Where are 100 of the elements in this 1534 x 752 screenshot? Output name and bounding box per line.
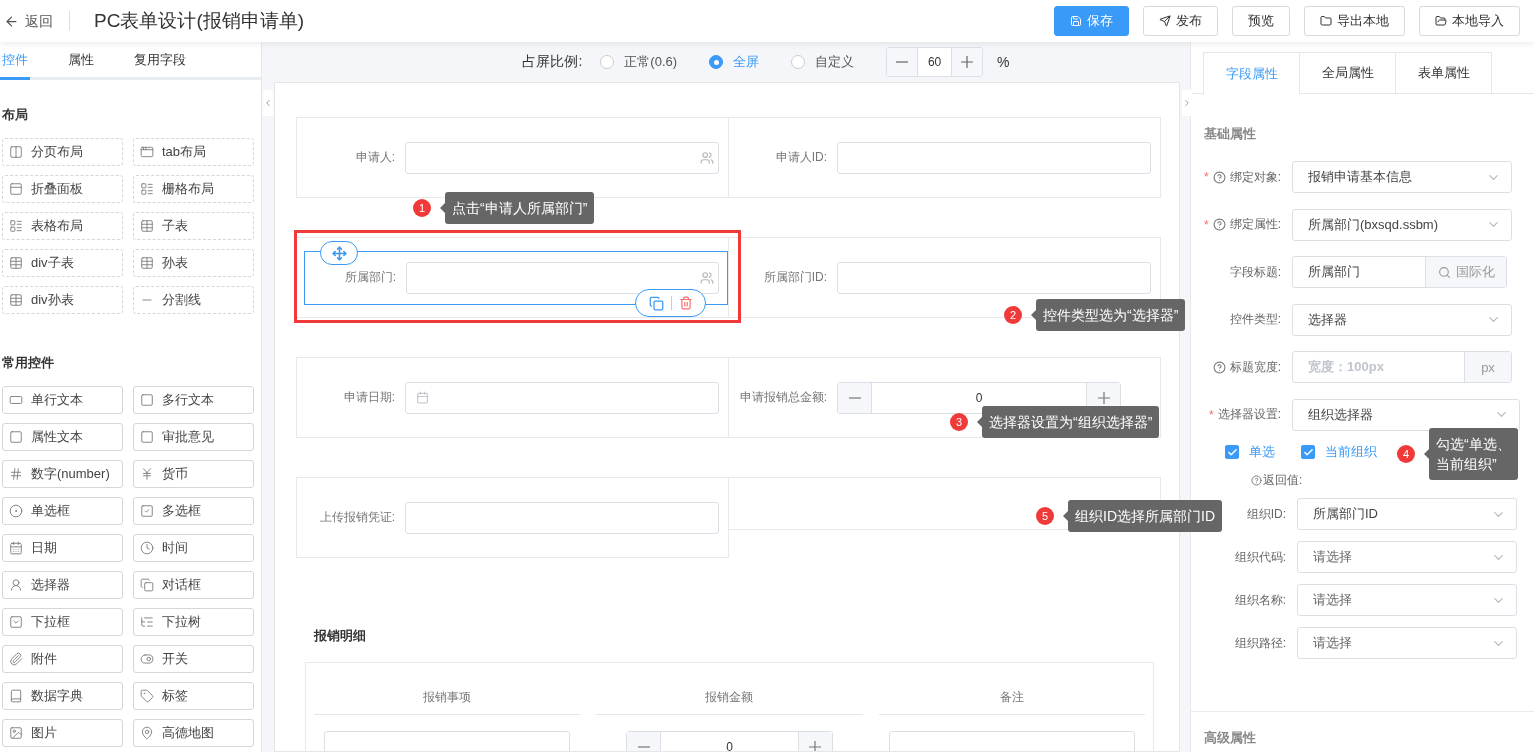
square-icon (140, 430, 154, 444)
users-icon (700, 270, 714, 285)
clock-icon (140, 541, 154, 555)
window-icon (140, 145, 154, 159)
square-icon (140, 393, 154, 407)
chevron-right-icon (1182, 97, 1192, 109)
return-value-label: 返回值: (1263, 472, 1303, 489)
widget-item[interactable]: 属性文本 (2, 423, 123, 451)
field-label: 申请报销总金额: (738, 389, 828, 406)
widget-item[interactable]: 时间 (133, 534, 254, 562)
plus-icon (961, 56, 974, 68)
select-field[interactable]: 所属部门(bxsqd.ssbm) (1292, 208, 1512, 241)
property-label: 组织名称: (1234, 591, 1286, 609)
input-field[interactable] (837, 261, 1151, 294)
widget-item[interactable]: 图片 (2, 719, 123, 747)
field-label: 申请人: (354, 149, 396, 166)
required-mark: * (1204, 170, 1209, 184)
widget-item[interactable]: 高德地图 (133, 719, 254, 747)
toolbar-button[interactable]: 导出本地 (1304, 6, 1405, 36)
delete-icon[interactable] (678, 296, 693, 310)
column-header: 备注 (878, 683, 1145, 715)
widget-item[interactable]: 货币 (133, 460, 254, 488)
widget-item[interactable]: 单行文本 (2, 386, 123, 414)
checkbox[interactable] (1301, 445, 1315, 459)
date-field[interactable] (405, 381, 719, 414)
field-label: 上传报销凭证: (318, 509, 396, 526)
detail-title: 报销明细 (314, 627, 367, 645)
widget-item[interactable]: 栅格布局 (133, 175, 254, 203)
copy-icon[interactable] (648, 295, 664, 311)
widget-item[interactable]: 折叠面板 (2, 175, 123, 203)
widget-item[interactable]: 分页布局 (2, 138, 123, 166)
toolbar-button[interactable]: 预览 (1232, 6, 1290, 36)
widget-item[interactable]: div孙表 (2, 286, 123, 314)
select-field[interactable]: 组织选择器 (1292, 398, 1520, 431)
send-icon (1159, 15, 1171, 27)
selected-field-frame[interactable]: 所属部门: (304, 250, 728, 305)
callout-tooltip: 控件类型选为“选择器” (1031, 299, 1186, 331)
select-field[interactable]: 报销申请基本信息 (1292, 161, 1512, 193)
plus-icon (1097, 391, 1110, 404)
widget-item[interactable]: 开关 (133, 645, 254, 673)
minus-button[interactable] (887, 48, 918, 76)
folder-icon (1320, 15, 1332, 27)
expand-button[interactable] (1182, 90, 1192, 116)
input-field[interactable] (405, 501, 719, 534)
toolbar-button[interactable]: 发布 (1143, 6, 1218, 36)
property-label: 组织代码: (1234, 548, 1286, 566)
widget-item[interactable]: 表格布局 (2, 212, 123, 240)
panel-tab[interactable]: 属性 (66, 51, 96, 80)
user-picker-field[interactable] (405, 141, 719, 174)
collapse-button[interactable] (263, 90, 273, 116)
title-field[interactable]: 所属部门 国际化 (1292, 256, 1507, 288)
page-title: PC表单设计(报销申请单) (94, 9, 305, 33)
square-icon (9, 430, 23, 444)
property-tab[interactable]: 表单属性 (1395, 52, 1492, 93)
move-handle[interactable] (320, 241, 358, 265)
table-icon (9, 293, 23, 307)
columns-icon (9, 145, 23, 159)
widget-item[interactable]: 子表 (133, 212, 254, 240)
widget-item[interactable]: 数字(number) (2, 460, 123, 488)
widget-item[interactable]: 孙表 (133, 249, 254, 277)
panel-tab[interactable]: 复用字段 (132, 51, 188, 80)
calendar-icon (416, 391, 429, 404)
section-title: 常用控件 (1, 354, 55, 372)
widget-item[interactable]: 数据字典 (2, 682, 123, 710)
widget-item[interactable]: 标签 (133, 682, 254, 710)
move-icon (331, 245, 347, 261)
input-field[interactable] (837, 141, 1151, 174)
select-field[interactable]: 请选择 (1297, 584, 1517, 616)
toolbar-button[interactable]: 本地导入 (1419, 6, 1520, 36)
checkbox[interactable] (1225, 445, 1239, 459)
widget-item[interactable]: 对话框 (133, 571, 254, 599)
widget-item[interactable]: 审批意见 (133, 423, 254, 451)
number-value[interactable]: 0 (660, 732, 799, 751)
widget-item[interactable]: 附件 (2, 645, 123, 673)
radio-label: 正常(0.6) (624, 53, 678, 71)
widget-item[interactable]: 下拉框 (2, 608, 123, 636)
field-label: 所属部门ID: (762, 269, 828, 286)
minus-button[interactable] (838, 382, 871, 413)
widget-item[interactable]: 日期 (2, 534, 123, 562)
widget-item[interactable]: 选择器 (2, 571, 123, 599)
select-field[interactable]: 所属部门ID (1297, 498, 1517, 530)
property-label: 字段标题: (1229, 263, 1281, 281)
ratio-radio[interactable]: 正常(0.6) (600, 53, 678, 71)
ratio-radio[interactable]: 自定义 (791, 53, 855, 71)
select-field[interactable]: 请选择 (1297, 627, 1517, 659)
save-icon (1070, 15, 1082, 27)
user-picker-field[interactable] (406, 261, 719, 294)
widget-item[interactable]: div子表 (2, 249, 123, 277)
property-label: 选择器设置: (1217, 406, 1281, 423)
widget-item[interactable]: 多行文本 (133, 386, 254, 414)
plus-button[interactable] (952, 48, 983, 76)
widget-item[interactable]: 单选框 (2, 497, 123, 525)
select-field[interactable]: 选择器 (1292, 303, 1512, 336)
widget-item[interactable]: 多选框 (133, 497, 254, 525)
users-icon (700, 150, 714, 165)
widget-item[interactable]: tab布局 (133, 138, 254, 166)
select-field[interactable]: 请选择 (1297, 541, 1517, 573)
back-link[interactable]: 返回 (4, 11, 70, 31)
widget-item[interactable]: 分割线 (133, 286, 254, 314)
widget-item[interactable]: 下拉树 (133, 608, 254, 636)
